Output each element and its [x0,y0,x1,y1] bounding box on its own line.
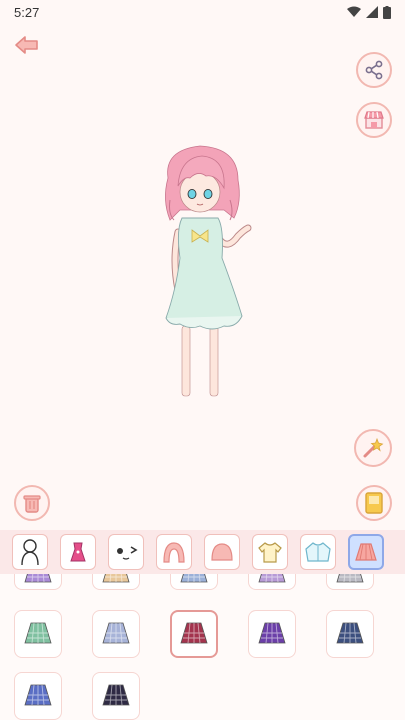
skirt-item[interactable] [170,574,218,590]
save-card-icon [365,492,383,514]
dress-set-icon [70,542,86,562]
shop-icon [364,111,384,129]
status-icons [347,5,391,19]
plaid-skirt-icon [180,622,208,644]
skirt-item[interactable] [92,574,140,590]
tshirt-icon [258,542,282,563]
tab-tops[interactable] [252,534,288,570]
skirt-item[interactable] [92,672,140,720]
skirt-item[interactable] [14,574,62,590]
body-silhouette-icon [21,539,39,566]
hair-front-icon [211,543,233,561]
plaid-skirt-icon [102,622,130,644]
tab-skirts[interactable] [348,534,384,570]
category-tab-bar [0,530,405,574]
plaid-skirt-icon [24,684,52,706]
skirt-item[interactable] [14,610,62,658]
back-arrow-icon [15,36,38,54]
skirt-item[interactable] [326,574,374,590]
plaid-skirt-icon [258,574,286,582]
plaid-skirt-icon [180,574,208,582]
item-grid [0,574,405,720]
plaid-skirt-icon [258,622,286,644]
jacket-icon [305,542,331,562]
magic-wand-icon [363,437,384,458]
plaid-skirt-icon [336,622,364,644]
hair-back-icon [163,542,185,563]
skirt-item[interactable] [170,610,218,658]
tab-jackets[interactable] [300,534,336,570]
wifi-icon [347,6,361,17]
status-bar: 5:27 [0,0,405,24]
trash-button[interactable] [14,485,50,521]
tab-hair-back[interactable] [156,534,192,570]
skirt-item[interactable] [326,610,374,658]
status-time: 5:27 [14,4,40,20]
wink-face-icon [117,546,138,560]
tab-hair-front[interactable] [204,534,240,570]
save-button[interactable] [356,485,392,521]
share-button[interactable] [356,52,392,88]
plaid-skirt-icon [102,574,130,582]
character-avatar [150,140,260,405]
plaid-skirt-icon [24,574,52,582]
tab-face[interactable] [108,534,144,570]
tab-body[interactable] [12,534,48,570]
battery-icon [383,5,391,19]
trash-icon [23,495,41,513]
magic-random-button[interactable] [354,429,392,467]
character-illustration [165,145,252,397]
tab-outfit-sets[interactable] [60,534,96,570]
plaid-skirt-icon [24,622,52,644]
share-icon [365,60,383,80]
skirt-item[interactable] [248,610,296,658]
shop-button[interactable] [356,102,392,138]
signal-icon [366,6,378,18]
back-button[interactable] [14,34,40,56]
skirt-icon [355,543,377,561]
skirt-item[interactable] [14,672,62,720]
skirt-item[interactable] [92,610,140,658]
plaid-skirt-icon [336,574,364,582]
plaid-skirt-icon [102,684,130,706]
skirt-item[interactable] [248,574,296,590]
